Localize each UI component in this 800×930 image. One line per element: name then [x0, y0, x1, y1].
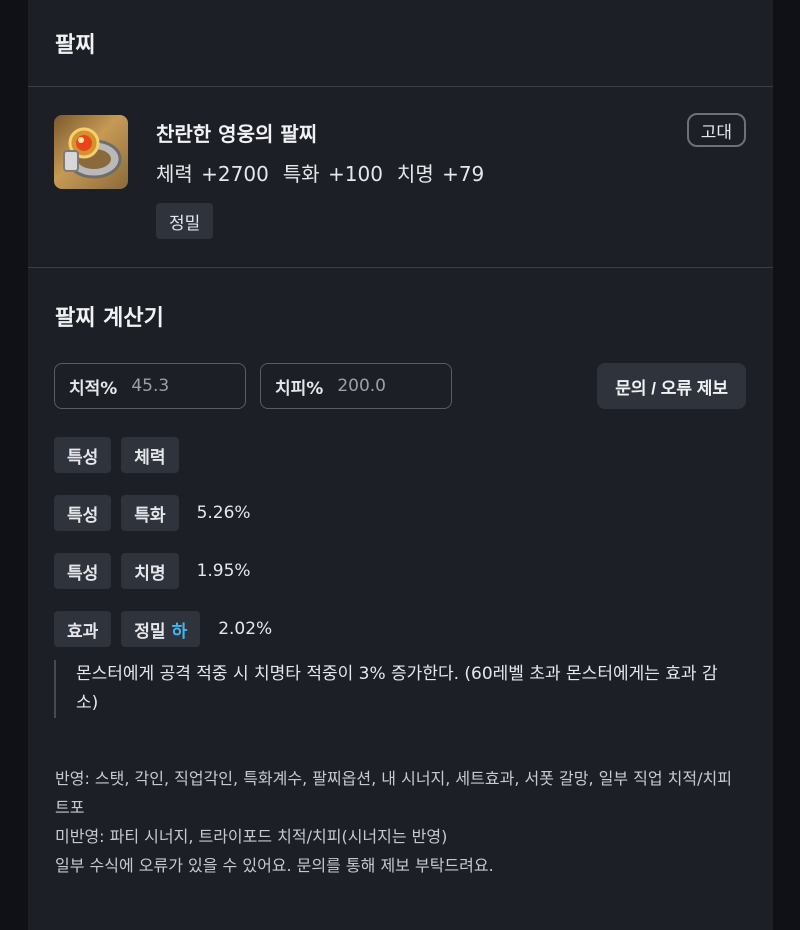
panel-title: 팔찌: [28, 0, 773, 87]
row-name: 정밀: [134, 621, 166, 642]
row-name: 체력: [121, 437, 179, 473]
notes: 반영: 스탯, 각인, 직업각인, 특화계수, 팔찌옵션, 내 시너지, 세트효…: [55, 764, 745, 880]
row-name: 특화: [121, 495, 179, 531]
row-kind: 특성: [54, 553, 112, 589]
note-disclaimer: 일부 수식에 오류가 있을 수 있어요. 문의를 통해 제보 부탁드려요.: [55, 856, 494, 875]
bracelet-icon: [54, 115, 128, 189]
calculator-title: 팔찌 계산기: [55, 306, 164, 331]
row-kind: 효과: [54, 611, 112, 647]
item-name: 찬란한 영웅의 팔찌: [156, 122, 318, 146]
note-applied: 반영: 스탯, 각인, 직업각인, 특화계수, 팔찌옵션, 내 시너지, 세트효…: [55, 769, 732, 817]
row-name: 치명: [121, 553, 179, 589]
crit-damage-field[interactable]: 치피%: [260, 363, 452, 409]
item-stats: 체력 +2700 특화 +100 치명 +79: [156, 158, 498, 187]
effect-grade: 하: [171, 621, 188, 642]
row-value: 2.02%: [218, 619, 273, 639]
row-kind: 특성: [54, 495, 112, 531]
effect-description: 몬스터에게 공격 적중 시 치명타 적중이 3% 증가한다. (60레벨 초과 …: [54, 660, 734, 718]
item-tag: 정밀: [156, 203, 214, 239]
item-stat: 특화 +100: [282, 162, 383, 186]
crit-damage-input[interactable]: [337, 376, 428, 396]
stat-row: 특성 치명 1.95%: [54, 553, 251, 589]
report-error-button[interactable]: 문의 / 오류 제보: [597, 363, 746, 409]
item-stat: 체력 +2700: [156, 162, 269, 186]
row-name-with-grade: 정밀 하: [121, 611, 201, 647]
row-value: 5.26%: [196, 503, 251, 523]
item-stat: 치명 +79: [396, 162, 485, 186]
crit-rate-label: 치적%: [69, 378, 118, 399]
row-kind: 특성: [54, 437, 112, 473]
stat-row: 특성 특화 5.26%: [54, 495, 251, 531]
row-value: 1.95%: [196, 561, 251, 581]
stat-row: 특성 체력: [54, 437, 197, 473]
crit-damage-label: 치피%: [275, 378, 324, 399]
crit-rate-field[interactable]: 치적%: [54, 363, 246, 409]
grade-badge: 고대: [686, 113, 746, 147]
effect-row: 효과 정밀 하 2.02%: [54, 611, 272, 647]
crit-rate-input[interactable]: [131, 376, 222, 396]
note-not-applied: 미반영: 파티 시너지, 트라이포드 치적/치피(시너지는 반영): [55, 827, 448, 846]
